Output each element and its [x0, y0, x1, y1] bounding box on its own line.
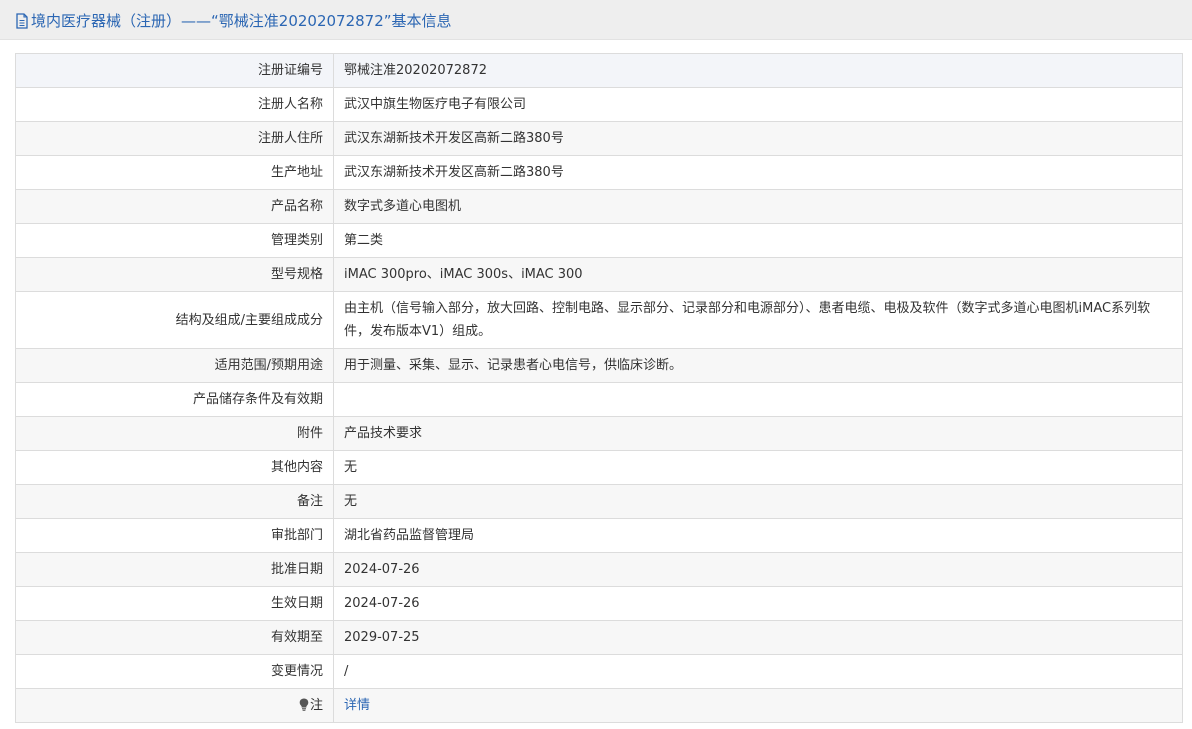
field-label: 备注: [15, 484, 334, 519]
table-row: 有效期至 2029-07-25: [15, 620, 1183, 655]
field-value: 用于测量、采集、显示、记录患者心电信号，供临床诊断。: [333, 348, 1183, 383]
table-row: 批准日期 2024-07-26: [15, 552, 1183, 587]
table-row: 型号规格 iMAC 300pro、iMAC 300s、iMAC 300: [15, 257, 1183, 292]
table-row: 注册证编号 鄂械注准20202072872: [15, 53, 1183, 88]
document-icon: [16, 13, 28, 29]
field-label: 批准日期: [15, 552, 334, 587]
field-value: 由主机（信号输入部分，放大回路、控制电路、显示部分、记录部分和电源部分）、患者电…: [333, 291, 1183, 349]
field-value: 湖北省药品监督管理局: [333, 518, 1183, 553]
field-label: 注册证编号: [15, 53, 334, 88]
table-row: 注册人名称 武汉中旗生物医疗电子有限公司: [15, 87, 1183, 122]
field-value: 无: [333, 484, 1183, 519]
field-label: 结构及组成/主要组成成分: [15, 291, 334, 349]
field-label: 生效日期: [15, 586, 334, 621]
field-label: 附件: [15, 416, 334, 451]
table-row: 注册人住所 武汉东湖新技术开发区高新二路380号: [15, 121, 1183, 156]
field-label: 审批部门: [15, 518, 334, 553]
field-label: 适用范围/预期用途: [15, 348, 334, 383]
field-label: 注册人住所: [15, 121, 334, 156]
table-row: 产品名称 数字式多道心电图机: [15, 189, 1183, 224]
table-row: 备注 无: [15, 484, 1183, 519]
field-label: 产品储存条件及有效期: [15, 382, 334, 417]
field-value: 武汉东湖新技术开发区高新二路380号: [333, 155, 1183, 190]
table-row: 结构及组成/主要组成成分 由主机（信号输入部分，放大回路、控制电路、显示部分、记…: [15, 291, 1183, 349]
table-row: 其他内容 无: [15, 450, 1183, 485]
field-value: 无: [333, 450, 1183, 485]
details-link[interactable]: 详情: [344, 698, 370, 713]
field-value: /: [333, 654, 1183, 689]
field-value: 数字式多道心电图机: [333, 189, 1183, 224]
field-value: 武汉东湖新技术开发区高新二路380号: [333, 121, 1183, 156]
field-value: 鄂械注准20202072872: [333, 53, 1183, 88]
table-row: 生效日期 2024-07-26: [15, 586, 1183, 621]
table-row: 生产地址 武汉东湖新技术开发区高新二路380号: [15, 155, 1183, 190]
field-value: [333, 382, 1183, 417]
field-label: 型号规格: [15, 257, 334, 292]
note-label-cell: 注: [15, 688, 334, 723]
field-label: 管理类别: [15, 223, 334, 258]
field-value: 武汉中旗生物医疗电子有限公司: [333, 87, 1183, 122]
field-value: iMAC 300pro、iMAC 300s、iMAC 300: [333, 257, 1183, 292]
table-row: 适用范围/预期用途 用于测量、采集、显示、记录患者心电信号，供临床诊断。: [15, 348, 1183, 383]
field-label: 注册人名称: [15, 87, 334, 122]
page-header: 境内医疗器械（注册）——“鄂械注准20202072872”基本信息: [0, 0, 1192, 40]
note-value-cell: 详情: [333, 688, 1183, 723]
table-row: 审批部门 湖北省药品监督管理局: [15, 518, 1183, 553]
field-value: 2024-07-26: [333, 586, 1183, 621]
info-table-body: 注册证编号 鄂械注准20202072872 注册人名称 武汉中旗生物医疗电子有限…: [15, 53, 1183, 723]
field-label: 其他内容: [15, 450, 334, 485]
lightbulb-icon: [299, 698, 309, 711]
table-row: 附件 产品技术要求: [15, 416, 1183, 451]
field-value: 第二类: [333, 223, 1183, 258]
note-row: 注 详情: [15, 688, 1183, 723]
table-row: 变更情况 /: [15, 654, 1183, 689]
field-label: 产品名称: [15, 189, 334, 224]
table-row: 管理类别 第二类: [15, 223, 1183, 258]
field-value: 2029-07-25: [333, 620, 1183, 655]
page-title: 境内医疗器械（注册）——“鄂械注准20202072872”基本信息: [15, 11, 452, 31]
note-label: 注: [309, 697, 323, 713]
field-label: 变更情况: [15, 654, 334, 689]
page-title-text: 境内医疗器械（注册）——“鄂械注准20202072872”基本信息: [31, 12, 452, 30]
field-label: 生产地址: [15, 155, 334, 190]
field-value: 2024-07-26: [333, 552, 1183, 587]
field-label: 有效期至: [15, 620, 334, 655]
field-value: 产品技术要求: [333, 416, 1183, 451]
info-table: 注册证编号 鄂械注准20202072872 注册人名称 武汉中旗生物医疗电子有限…: [15, 53, 1183, 723]
table-row: 产品储存条件及有效期: [15, 382, 1183, 417]
info-table-container: 注册证编号 鄂械注准20202072872 注册人名称 武汉中旗生物医疗电子有限…: [15, 53, 1183, 723]
